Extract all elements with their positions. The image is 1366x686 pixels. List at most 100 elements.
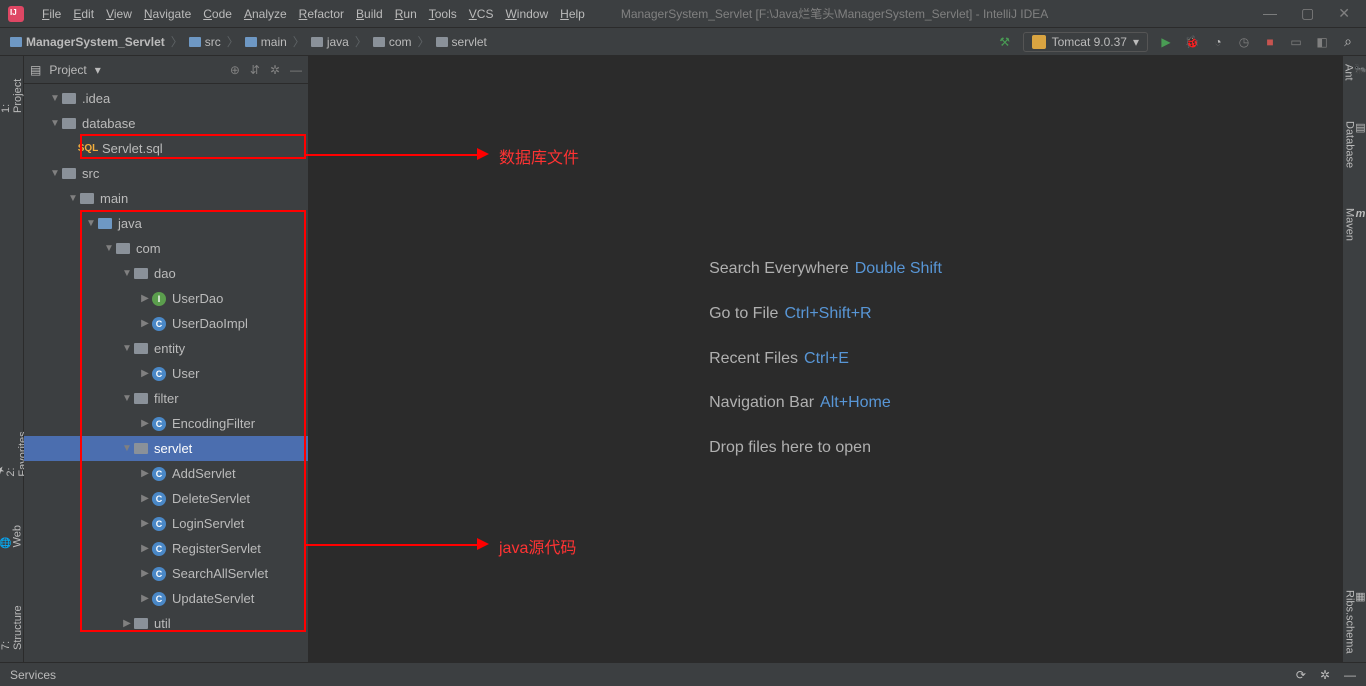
tree-arrow-icon[interactable] [102,243,116,254]
close-button[interactable]: ✕ [1338,5,1350,22]
tree-arrow-icon[interactable] [138,293,152,304]
menu-build[interactable]: Build [350,7,389,21]
folder-icon [311,37,323,47]
tree-arrow-icon[interactable] [120,393,134,404]
tree-row[interactable]: IUserDao [24,286,308,311]
search-icon[interactable]: ⌕ [1340,34,1356,50]
expand-icon[interactable]: ⇵ [250,63,260,77]
menu-file[interactable]: File [36,7,67,21]
tree-row[interactable]: util [24,611,308,636]
app-logo-icon [8,6,24,22]
run-config-selector[interactable]: Tomcat 9.0.37 ▾ [1023,32,1148,52]
menu-navigate[interactable]: Navigate [138,7,197,21]
menu-vcs[interactable]: VCS [463,7,500,21]
menu-edit[interactable]: Edit [67,7,100,21]
status-restore-icon[interactable]: ⟳ [1296,668,1306,682]
tree-row[interactable]: CSearchAllServlet [24,561,308,586]
maximize-button[interactable]: ▢ [1301,5,1314,22]
breadcrumb-item[interactable]: src [189,35,221,49]
tree-row[interactable]: CUserDaoImpl [24,311,308,336]
tree-row[interactable]: .idea [24,86,308,111]
tree-row[interactable]: CUser [24,361,308,386]
tree-arrow-icon[interactable] [66,193,80,204]
layout-icon[interactable]: ▭ [1288,34,1304,50]
tree-arrow-icon[interactable] [120,443,134,454]
dropdown-icon: ▾ [1133,35,1139,49]
menu-tools[interactable]: Tools [423,7,463,21]
tree-row[interactable]: servlet [24,436,308,461]
tree-row[interactable]: com [24,236,308,261]
coverage-icon[interactable]: ◔ [1210,34,1226,50]
tree-arrow-icon[interactable] [48,93,62,104]
project-tree[interactable]: .ideadatabaseSQLServlet.sqlsrc main javaco… [24,84,308,662]
tree-arrow-icon[interactable] [84,218,98,229]
tab-ribs[interactable]: Ribs.schema [1343,590,1365,654]
stop-icon[interactable]: ■ [1262,34,1278,50]
tab-web[interactable]: Web [0,521,24,551]
annotation-arrow-head [477,538,489,550]
tree-arrow-icon[interactable] [138,318,152,329]
menu-view[interactable]: View [100,7,138,21]
tab-structure[interactable]: 7: Structure [0,591,24,654]
breadcrumb-item[interactable]: java [311,35,349,49]
tab-project[interactable]: 1: Project [0,64,24,117]
tab-database[interactable]: Database [1343,121,1365,168]
tree-arrow-icon[interactable] [120,618,134,629]
tree-row[interactable]: SQLServlet.sql [24,136,308,161]
menu-refactor[interactable]: Refactor [293,7,350,21]
dropdown-icon[interactable]: ▾ [95,63,101,77]
breadcrumb-item[interactable]: servlet [436,35,487,49]
tree-arrow-icon[interactable] [138,368,152,379]
tree-arrow-icon[interactable] [138,518,152,529]
folder-icon [62,168,76,179]
tree-row[interactable]: filter [24,386,308,411]
hide-icon[interactable]: — [290,63,302,77]
tree-arrow-icon[interactable] [48,168,62,179]
tree-arrow-icon[interactable] [138,468,152,479]
breadcrumb-item[interactable]: com [373,35,412,49]
tree-row[interactable]: src [24,161,308,186]
tree-row[interactable]: CLoginServlet [24,511,308,536]
breadcrumb-item[interactable]: main [245,35,287,49]
tree-arrow-icon[interactable] [138,593,152,604]
tree-row[interactable]: CDeleteServlet [24,486,308,511]
tree-row[interactable]: CEncodingFilter [24,411,308,436]
settings-icon[interactable]: ✲ [270,63,280,77]
tab-ant[interactable]: Ant [1342,64,1366,81]
menu-window[interactable]: Window [499,7,554,21]
menu-code[interactable]: Code [197,7,238,21]
tree-arrow-icon[interactable] [138,493,152,504]
build-icon[interactable]: ⚒ [997,34,1013,50]
tree-row[interactable]: entity [24,336,308,361]
breadcrumb-item[interactable]: ManagerSystem_Servlet [10,35,165,49]
tree-arrow-icon[interactable] [138,418,152,429]
tree-row[interactable]: database [24,111,308,136]
services-button[interactable]: Services [10,668,56,682]
menu-run[interactable]: Run [389,7,423,21]
tree-row[interactable]: CAddServlet [24,461,308,486]
locate-icon[interactable]: ⊕ [230,63,240,77]
status-hide-icon[interactable]: — [1344,668,1356,682]
tree-arrow-icon[interactable] [120,268,134,279]
tree-row[interactable]: CRegisterServlet [24,536,308,561]
tree-label: main [100,191,128,206]
tree-arrow-icon[interactable] [120,343,134,354]
tree-row[interactable]: CUpdateServlet [24,586,308,611]
tree-row[interactable]: dao [24,261,308,286]
tree-arrow-icon[interactable] [138,568,152,579]
run-icon[interactable]: ▶ [1158,34,1174,50]
tree-row[interactable]: main [24,186,308,211]
menu-analyze[interactable]: Analyze [238,7,293,21]
profile-icon[interactable]: ◷ [1236,34,1252,50]
menu-help[interactable]: Help [554,7,591,21]
breadcrumb[interactable]: ManagerSystem_Servlet〉src〉main〉java〉com〉… [10,33,487,50]
layout2-icon[interactable]: ◧ [1314,34,1330,50]
minimize-button[interactable]: — [1263,5,1277,22]
tab-maven[interactable]: Maven [1344,208,1366,241]
status-settings-icon[interactable]: ✲ [1320,668,1330,682]
tree-arrow-icon[interactable] [48,118,62,129]
debug-icon[interactable]: 🐞 [1184,34,1200,50]
tree-arrow-icon[interactable] [138,543,152,554]
tree-row[interactable]: java [24,211,308,236]
project-panel-title[interactable]: Project [49,63,86,77]
